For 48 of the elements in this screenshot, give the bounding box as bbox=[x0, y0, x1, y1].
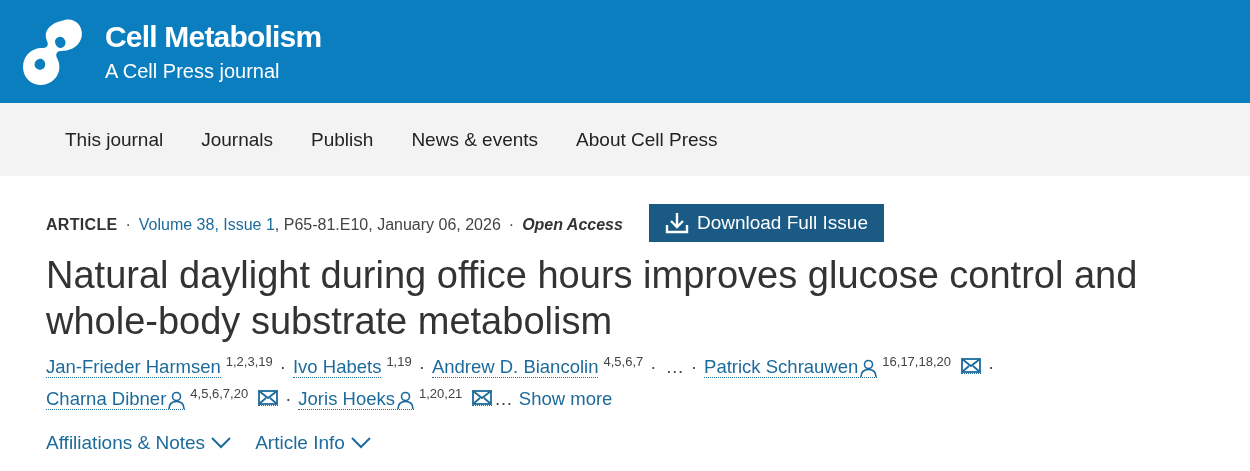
separator: · bbox=[285, 387, 292, 411]
author-link[interactable]: Patrick Schrauwen bbox=[704, 357, 878, 378]
affiliation-numbers: 4,5,6,7 bbox=[603, 353, 644, 371]
email-link[interactable] bbox=[961, 358, 981, 374]
chevron-down-icon bbox=[211, 437, 232, 449]
nav-link[interactable]: About Cell Press bbox=[576, 128, 718, 151]
ellipsis: … bbox=[494, 387, 513, 411]
journal-subtitle: A Cell Press journal bbox=[105, 60, 281, 83]
separator: · bbox=[125, 216, 131, 234]
author-link[interactable]: Ivo Habets bbox=[292, 357, 382, 378]
affiliation-numbers: 16,17,18,20 bbox=[882, 353, 951, 371]
affiliation-numbers: 1,2,3,19 bbox=[225, 353, 273, 371]
author-link[interactable]: Joris Hoeks bbox=[298, 389, 414, 410]
separator: · bbox=[988, 355, 995, 379]
download-button[interactable]: Download Full Issue bbox=[648, 204, 884, 242]
show-more-link[interactable]: Show more bbox=[518, 384, 613, 414]
ellipsis: … bbox=[665, 355, 684, 379]
access-label: Open Access bbox=[522, 216, 623, 234]
journal-title: Cell Metabolism bbox=[105, 20, 322, 54]
logo-icon bbox=[23, 18, 83, 85]
email-link[interactable] bbox=[258, 390, 279, 406]
nav-link[interactable]: News & events bbox=[411, 128, 539, 151]
email-link[interactable] bbox=[472, 390, 493, 406]
article-title: Natural daylight during office hours improves glucose control and whole-body substrate metabolism bbox=[46, 253, 1139, 344]
affiliation-numbers: 1,19 bbox=[386, 353, 412, 371]
expander-link[interactable]: Affiliations & Notes bbox=[46, 432, 232, 454]
author-link[interactable]: Charna Dibner bbox=[46, 389, 186, 410]
nav-link[interactable]: This journal bbox=[65, 128, 164, 151]
author-link[interactable]: Andrew D. Biancolin bbox=[431, 357, 599, 378]
separator: · bbox=[508, 216, 515, 234]
article-details: , P65-81.E10, January 06, 2026 bbox=[274, 216, 501, 234]
separator: · bbox=[279, 355, 286, 379]
author-link[interactable]: Jan-Frieder Harmsen bbox=[46, 357, 221, 378]
separator: · bbox=[690, 355, 698, 379]
affiliation-numbers: 4,5,6,7,20 bbox=[190, 385, 249, 403]
expander-link[interactable]: Article Info bbox=[255, 432, 371, 454]
nav-link[interactable]: Journals bbox=[201, 128, 274, 151]
download-icon bbox=[664, 212, 689, 234]
article-type: ARTICLE bbox=[46, 216, 118, 234]
volume-link[interactable]: Volume 38, Issue 1 bbox=[138, 216, 275, 234]
chevron-down-icon bbox=[350, 437, 371, 449]
envelope-icon bbox=[961, 358, 981, 373]
envelope-icon bbox=[472, 390, 493, 405]
separator: · bbox=[418, 355, 425, 379]
nav-link[interactable]: Publish bbox=[311, 128, 374, 151]
affiliation-numbers: 1,20,21 bbox=[418, 385, 463, 403]
separator: · bbox=[650, 355, 657, 379]
envelope-icon bbox=[258, 390, 279, 405]
